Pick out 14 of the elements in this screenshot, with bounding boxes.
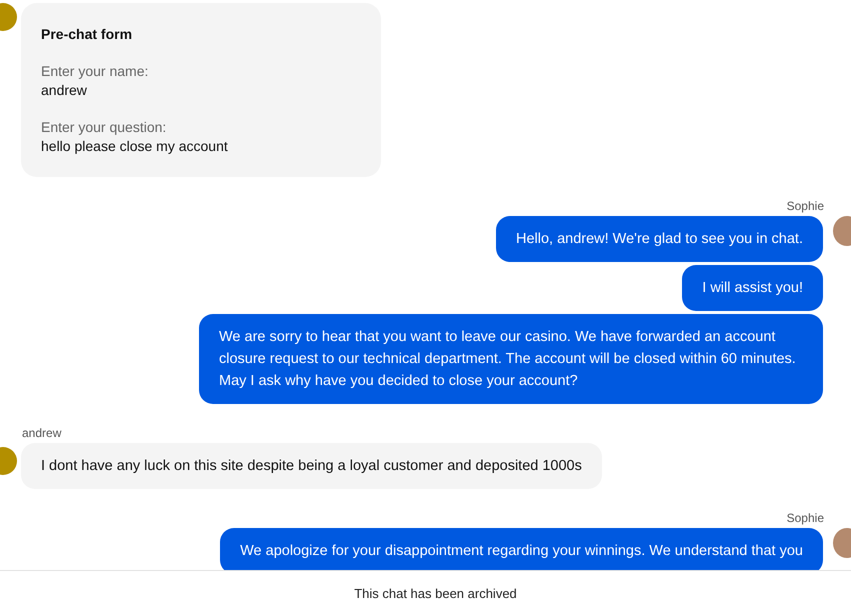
author-name: Sophie: [786, 199, 824, 213]
archived-notice: This chat has been archived: [354, 586, 517, 602]
message-bubble: I dont have any luck on this site despite being a loyal customer and deposited 1000s: [21, 443, 602, 489]
field-label: Enter your name:: [41, 62, 150, 81]
message-bubble: Hello, andrew! We're glad to see you in chat.: [496, 216, 823, 262]
field-value: hello please close my account: [41, 137, 229, 156]
message-bubble: We are sorry to hear that you want to leave our casino. We have forwarded an account closure request to our technical department. The account will be closed within 60 minutes. May I ask why have you decided to close your account?: [199, 314, 823, 404]
author-name: Sophie: [786, 511, 824, 525]
field-label: Enter your question:: [41, 118, 168, 137]
message-bubble: I will assist you!: [682, 265, 823, 311]
field-value: andrew: [41, 81, 88, 100]
form-title: Pre-chat form: [41, 26, 134, 42]
author-name: andrew: [22, 426, 62, 440]
message-bubble: We apologize for your disappointment regarding your winnings. We understand that you: [220, 528, 823, 570]
